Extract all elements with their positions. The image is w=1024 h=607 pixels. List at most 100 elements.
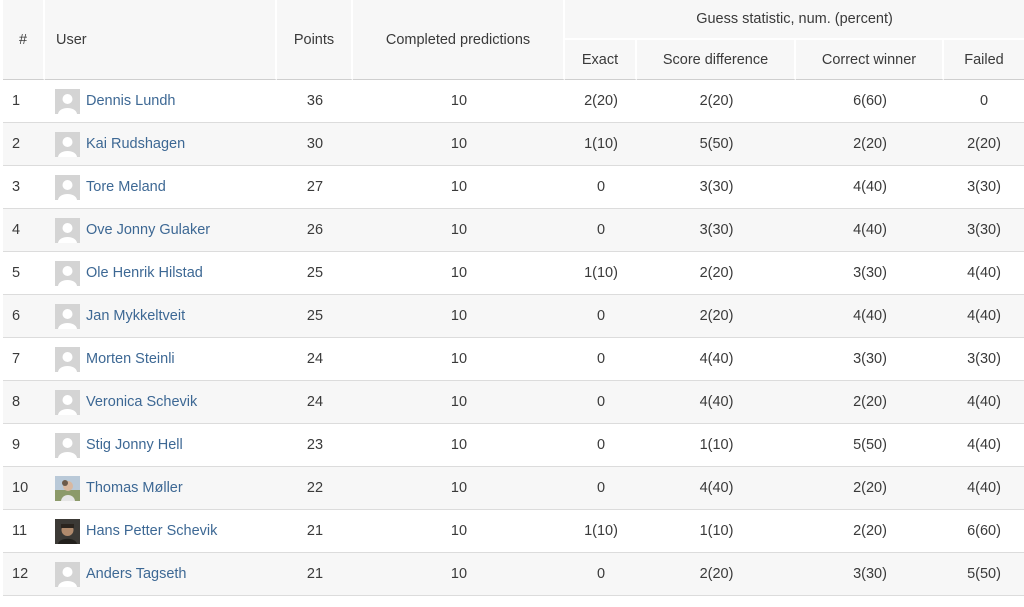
user-cell: Dennis Lundh <box>45 80 277 123</box>
correct-winner-cell: 3(30) <box>796 252 944 295</box>
score-difference-cell: 1(10) <box>637 424 796 467</box>
failed-cell: 3(30) <box>944 209 1024 252</box>
correct-winner-cell: 2(20) <box>796 510 944 553</box>
completed-predictions-cell: 10 <box>353 424 565 467</box>
points-cell: 26 <box>277 209 353 252</box>
photo-avatar-dark-icon[interactable] <box>55 518 80 544</box>
rank-cell: 5 <box>3 252 45 295</box>
default-avatar-icon[interactable] <box>55 432 80 458</box>
rank-cell: 4 <box>3 209 45 252</box>
table-row: 10 Thomas Møller 22 10 0 4(40) 2(20) 4(40) <box>3 467 1024 510</box>
photo-avatar-icon[interactable] <box>55 475 80 501</box>
correct-winner-cell: 2(20) <box>796 123 944 166</box>
failed-cell: 3(30) <box>944 166 1024 209</box>
user-profile-link[interactable]: Hans Petter Schevik <box>86 523 217 539</box>
default-avatar-icon[interactable] <box>55 389 80 415</box>
rank-cell: 9 <box>3 424 45 467</box>
failed-cell: 4(40) <box>944 424 1024 467</box>
header-user: User <box>45 0 277 80</box>
user-profile-link[interactable]: Kai Rudshagen <box>86 136 185 152</box>
completed-predictions-cell: 10 <box>353 381 565 424</box>
user-profile-link[interactable]: Stig Jonny Hell <box>86 437 183 453</box>
completed-predictions-cell: 10 <box>353 510 565 553</box>
table-header: # User Points Completed predictions Gues… <box>3 0 1024 80</box>
points-cell: 24 <box>277 381 353 424</box>
points-cell: 23 <box>277 424 353 467</box>
completed-predictions-cell: 10 <box>353 467 565 510</box>
completed-predictions-cell: 10 <box>353 209 565 252</box>
rank-cell: 3 <box>3 166 45 209</box>
default-avatar-icon[interactable] <box>55 217 80 243</box>
header-correct-winner: Correct winner <box>796 40 944 80</box>
table-row: 3 Tore Meland 27 10 0 3(30) 4(40) 3(30) <box>3 166 1024 209</box>
table-row: 1 Dennis Lundh 36 10 2(20) 2(20) 6(60) 0 <box>3 80 1024 123</box>
points-cell: 27 <box>277 166 353 209</box>
header-completed-predictions: Completed predictions <box>353 0 565 80</box>
table-row: 2 Kai Rudshagen 30 10 1(10) 5(50) 2(20) 2(20) <box>3 123 1024 166</box>
exact-cell: 0 <box>565 553 637 596</box>
exact-cell: 0 <box>565 381 637 424</box>
score-difference-cell: 3(30) <box>637 166 796 209</box>
points-cell: 21 <box>277 510 353 553</box>
failed-cell: 6(60) <box>944 510 1024 553</box>
rank-cell: 12 <box>3 553 45 596</box>
exact-cell: 0 <box>565 424 637 467</box>
table-row: 8 Veronica Schevik 24 10 0 4(40) 2(20) 4(40) <box>3 381 1024 424</box>
leaderboard: # User Points Completed predictions Gues… <box>0 0 1024 607</box>
rank-cell: 7 <box>3 338 45 381</box>
default-avatar-icon[interactable] <box>55 303 80 329</box>
user-profile-link[interactable]: Dennis Lundh <box>86 93 176 109</box>
failed-cell: 5(50) <box>944 553 1024 596</box>
default-avatar-icon[interactable] <box>55 174 80 200</box>
correct-winner-cell: 2(20) <box>796 381 944 424</box>
table-row: 11 Hans Petter Schevik 21 10 1(10) 1(10) 2(20)… <box>3 510 1024 553</box>
completed-predictions-cell: 10 <box>353 80 565 123</box>
score-difference-cell: 3(30) <box>637 209 796 252</box>
user-profile-link[interactable]: Morten Steinli <box>86 351 175 367</box>
user-profile-link[interactable]: Thomas Møller <box>86 480 183 496</box>
rank-cell: 2 <box>3 123 45 166</box>
user-cell: Jan Mykkeltveit <box>45 295 277 338</box>
user-cell: Kai Rudshagen <box>45 123 277 166</box>
score-difference-cell: 2(20) <box>637 295 796 338</box>
points-cell: 21 <box>277 553 353 596</box>
header-failed: Failed <box>944 40 1024 80</box>
table-row: 7 Morten Steinli 24 10 0 4(40) 3(30) 3(30) <box>3 338 1024 381</box>
failed-cell: 4(40) <box>944 381 1024 424</box>
user-profile-link[interactable]: Ole Henrik Hilstad <box>86 265 203 281</box>
table-body: 1 Dennis Lundh 36 10 2(20) 2(20) 6(60) 0 2 Kai Ru… <box>3 80 1024 596</box>
failed-cell: 4(40) <box>944 252 1024 295</box>
header-rank: # <box>3 0 45 80</box>
user-profile-link[interactable]: Anders Tagseth <box>86 566 187 582</box>
user-profile-link[interactable]: Jan Mykkeltveit <box>86 308 185 324</box>
user-profile-link[interactable]: Tore Meland <box>86 179 166 195</box>
header-score-difference: Score difference <box>637 40 796 80</box>
default-avatar-icon[interactable] <box>55 561 80 587</box>
table-row: 5 Ole Henrik Hilstad 25 10 1(10) 2(20) 3(30) 4(… <box>3 252 1024 295</box>
exact-cell: 1(10) <box>565 123 637 166</box>
rank-cell: 11 <box>3 510 45 553</box>
completed-predictions-cell: 10 <box>353 295 565 338</box>
leaderboard-table: # User Points Completed predictions Gues… <box>3 0 1024 596</box>
completed-predictions-cell: 10 <box>353 252 565 295</box>
user-cell: Ove Jonny Gulaker <box>45 209 277 252</box>
correct-winner-cell: 4(40) <box>796 166 944 209</box>
score-difference-cell: 1(10) <box>637 510 796 553</box>
score-difference-cell: 4(40) <box>637 467 796 510</box>
failed-cell: 4(40) <box>944 467 1024 510</box>
correct-winner-cell: 4(40) <box>796 209 944 252</box>
user-profile-link[interactable]: Veronica Schevik <box>86 394 197 410</box>
user-cell: Morten Steinli <box>45 338 277 381</box>
user-cell: Thomas Møller <box>45 467 277 510</box>
user-profile-link[interactable]: Ove Jonny Gulaker <box>86 222 210 238</box>
default-avatar-icon[interactable] <box>55 88 80 114</box>
points-cell: 30 <box>277 123 353 166</box>
completed-predictions-cell: 10 <box>353 123 565 166</box>
default-avatar-icon[interactable] <box>55 260 80 286</box>
default-avatar-icon[interactable] <box>55 131 80 157</box>
exact-cell: 0 <box>565 209 637 252</box>
score-difference-cell: 2(20) <box>637 80 796 123</box>
rank-cell: 6 <box>3 295 45 338</box>
exact-cell: 0 <box>565 166 637 209</box>
default-avatar-icon[interactable] <box>55 346 80 372</box>
